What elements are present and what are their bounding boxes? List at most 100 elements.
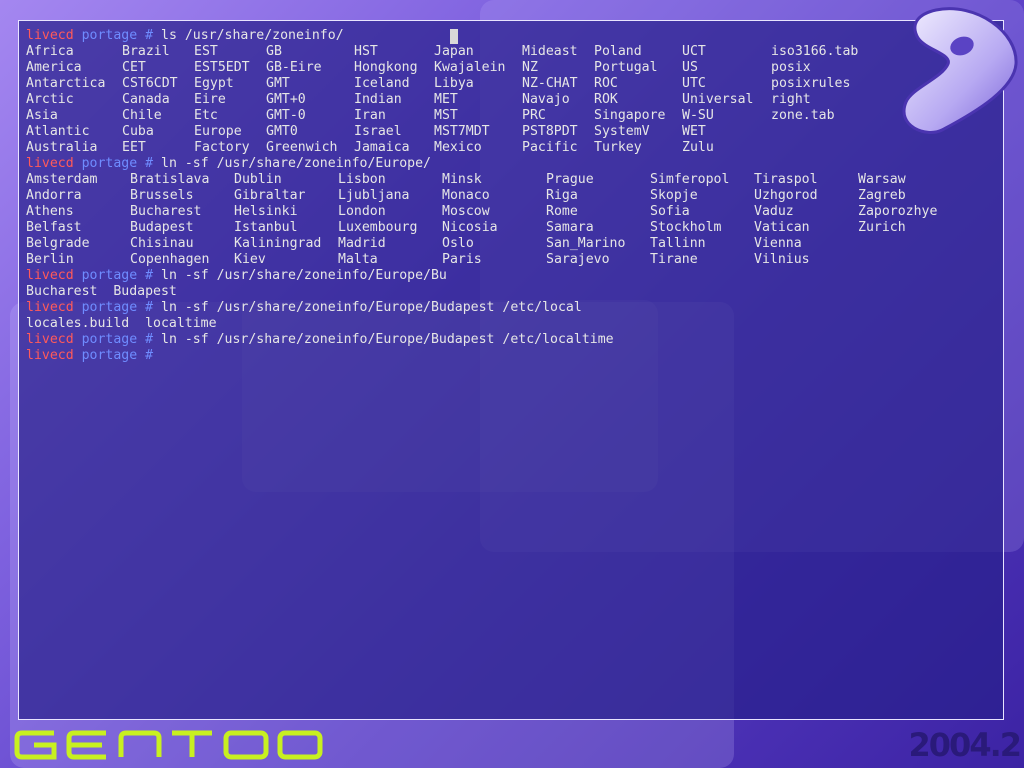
listing-entry: Factory: [194, 140, 250, 155]
listing-entry: Sarajevo: [546, 252, 610, 267]
listing-entry: iso3166.tab: [771, 44, 859, 59]
listing-entry: posixrules: [771, 76, 851, 91]
listing-entry: Sofia: [650, 204, 690, 219]
prompt-line: livecd portage # ln -sf /usr/share/zonei…: [26, 156, 1003, 172]
listing-entry: Pacific: [522, 140, 578, 155]
prompt-host: livecd: [26, 348, 74, 363]
listing-entry: Oslo: [442, 236, 474, 251]
listing-entry: Belfast: [26, 220, 82, 235]
listing-entry: GB: [266, 44, 282, 59]
prompt-host: livecd: [26, 300, 74, 315]
listing-row: Asia Chile Etc GMT-0 Iran MST PRC Singapore W-SU…: [26, 108, 1003, 124]
listing-entry: Mexico: [434, 140, 482, 155]
listing-entry: PRC: [522, 108, 546, 123]
prompt-dir: portage: [81, 28, 138, 43]
listing-entry: NZ: [522, 60, 538, 75]
prompt-dir: portage: [81, 332, 138, 347]
prompt-line: livecd portage # ln -sf /usr/share/zonei…: [26, 332, 1003, 348]
listing-entry: Helsinki: [234, 204, 298, 219]
listing-entry: UCT: [682, 44, 706, 59]
listing-entry: Samara: [546, 220, 594, 235]
listing-entry: Lisbon: [338, 172, 386, 187]
prompt-dir: portage: [81, 300, 138, 315]
listing-entry: W-SU: [682, 108, 714, 123]
command-text: ln -sf /usr/share/zoneinfo/Europe/Bu: [153, 268, 447, 283]
listing-entry: Uzhgorod: [754, 188, 818, 203]
listing-entry: London: [338, 204, 386, 219]
listing-entry: Chile: [122, 108, 162, 123]
listing-entry: EST5EDT: [194, 60, 250, 75]
prompt-host: livecd: [26, 28, 74, 43]
listing-row: Atlantic Cuba Europe GMT0 Israel MST7MDT PST8P…: [26, 124, 1003, 140]
listing-entry: Zagreb: [858, 188, 906, 203]
listing-entry: Brazil: [122, 44, 170, 59]
listing-entry: Canada: [122, 92, 170, 107]
prompt-dir: portage: [81, 268, 138, 283]
prompt-host: livecd: [26, 156, 74, 171]
listing-entry: EET: [122, 140, 146, 155]
listing-entry: Portugal: [594, 60, 658, 75]
terminal-window[interactable]: livecd portage # ls /usr/share/zoneinfo/…: [18, 20, 1004, 720]
listing-row: Belgrade Chisinau Kaliningrad Madrid Oslo San…: [26, 236, 1003, 252]
listing-entry: Kaliningrad: [234, 236, 322, 251]
listing-entry: Eire: [194, 92, 226, 107]
listing-entry: HST: [354, 44, 378, 59]
listing-row: Belfast Budapest Istanbul Luxembourg Nicosia…: [26, 220, 1003, 236]
listing-entry: GMT: [266, 76, 290, 91]
listing-entry: Skopje: [650, 188, 698, 203]
listing-entry: Navajo: [522, 92, 570, 107]
listing-row: Andorra Brussels Gibraltar Ljubljana Monaco R…: [26, 188, 1003, 204]
listing-entry: Indian: [354, 92, 402, 107]
listing-entry: Poland: [594, 44, 642, 59]
listing-row: Berlin Copenhagen Kiev Malta Paris Sarajevo Ti…: [26, 252, 1003, 268]
listing-entry: Atlantic: [26, 124, 90, 139]
listing-entry: Rome: [546, 204, 578, 219]
listing-entry: Japan: [434, 44, 474, 59]
listing-entry: Tiraspol: [754, 172, 818, 187]
prompt-symbol: #: [145, 348, 154, 363]
listing-row: America CET EST5EDT GB-Eire Hongkong Kwajalei…: [26, 60, 1003, 76]
listing-entry: MST: [434, 108, 458, 123]
listing-entry: posix: [771, 60, 811, 75]
listing-entry: Tallinn: [650, 236, 706, 251]
listing-entry: Nicosia: [442, 220, 498, 235]
listing-entry: CET: [122, 60, 146, 75]
prompt-symbol: #: [145, 332, 154, 347]
listing-entry: GMT+0: [266, 92, 306, 107]
listing-entry: Ljubljana: [338, 188, 410, 203]
listing-entry: Luxembourg: [338, 220, 418, 235]
listing-entry: Asia: [26, 108, 58, 123]
listing-entry: Amsterdam: [26, 172, 98, 187]
listing-entry: Tirane: [650, 252, 698, 267]
listing-entry: MST7MDT: [434, 124, 490, 139]
listing-entry: Chisinau: [130, 236, 194, 251]
listing-entry: MET: [434, 92, 458, 107]
listing-entry: Vienna: [754, 236, 802, 251]
text-cursor: [450, 29, 458, 44]
listing-entry: Bucharest: [130, 204, 202, 219]
listing-row: Amsterdam Bratislava Dublin Lisbon Minsk Prag…: [26, 172, 1003, 188]
listing-entry: America: [26, 60, 82, 75]
listing-entry: Iran: [354, 108, 386, 123]
prompt-line: livecd portage # ln -sf /usr/share/zonei…: [26, 268, 1003, 284]
listing-entry: US: [682, 60, 698, 75]
prompt-symbol: #: [145, 268, 154, 283]
listing-entry: right: [771, 92, 811, 107]
listing-entry: Etc: [194, 108, 218, 123]
listing-entry: EST: [194, 44, 218, 59]
listing-entry: Belgrade: [26, 236, 90, 251]
listing-entry: Simferopol: [650, 172, 730, 187]
listing-entry: Monaco: [442, 188, 490, 203]
prompt-host: livecd: [26, 332, 74, 347]
listing-entry: Iceland: [354, 76, 410, 91]
listing-entry: ROC: [594, 76, 618, 91]
prompt-symbol: #: [145, 28, 154, 43]
listing-entry: Vatican: [754, 220, 810, 235]
command-text: ls /usr/share/zoneinfo/: [153, 28, 344, 43]
listing-entry: Africa: [26, 44, 74, 59]
listing-entry: Arctic: [26, 92, 74, 107]
listing-entry: Turkey: [594, 140, 642, 155]
listing-entry: Istanbul: [234, 220, 298, 235]
listing-row: Athens Bucharest Helsinki London Moscow Rome S…: [26, 204, 1003, 220]
listing-entry: Zaporozhye: [858, 204, 938, 219]
